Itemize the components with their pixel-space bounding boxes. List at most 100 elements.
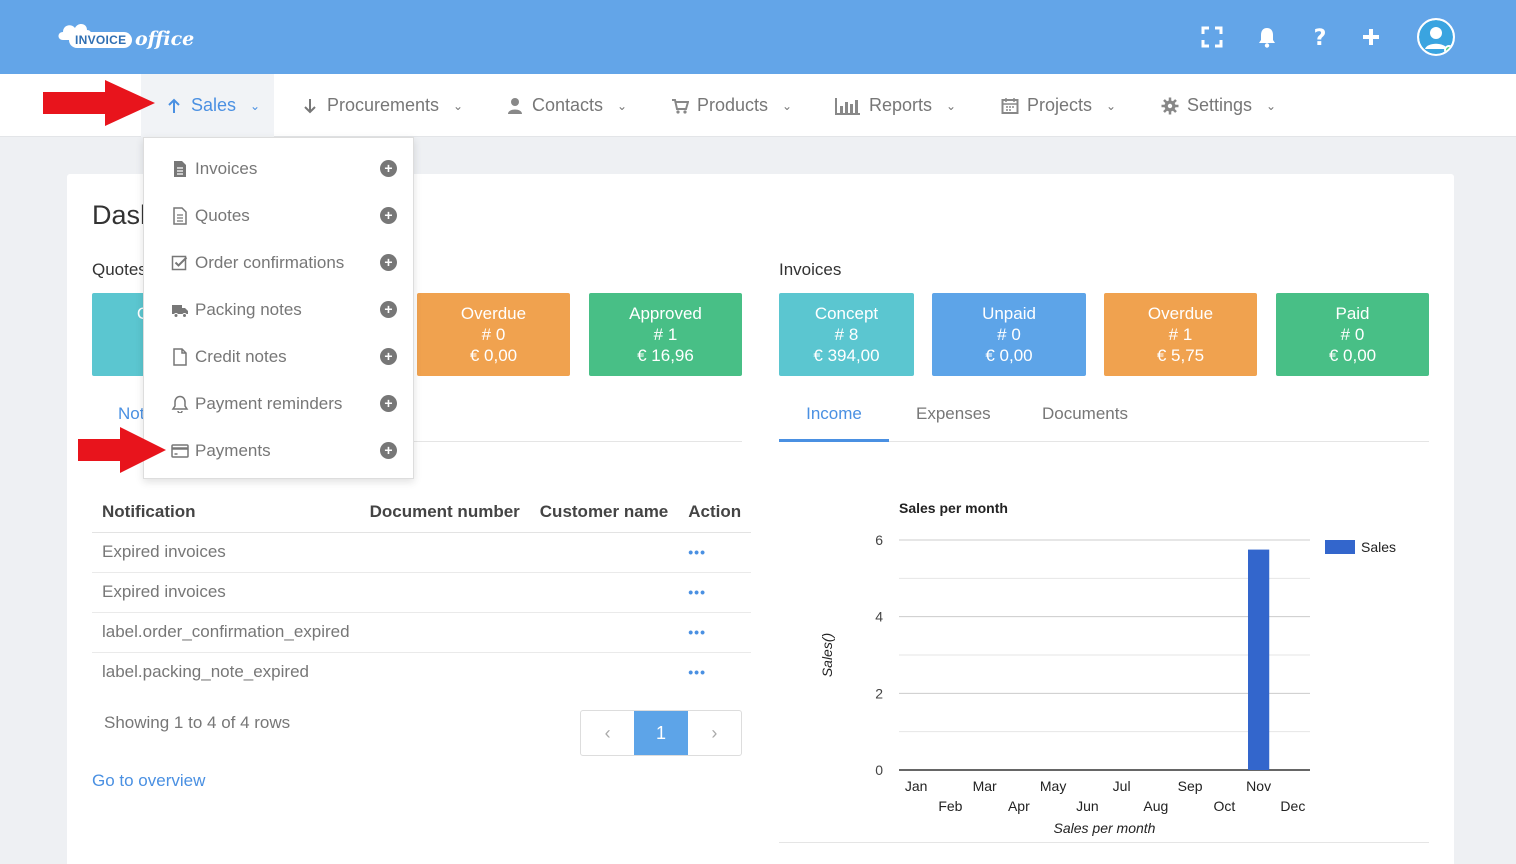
menu-item-label: Packing notes [195, 299, 302, 319]
tab-expenses[interactable]: Expenses [916, 392, 991, 442]
tile-title: Concept [814, 304, 879, 323]
brand-name-part2: office [135, 28, 195, 50]
main-nav: Sales ⌄ Procurements ⌄ Contacts ⌄ Produc… [0, 74, 1516, 137]
invoice-tile-paid[interactable]: Paid # 0 € 0,00 [1276, 293, 1429, 376]
menu-item-packing-notes[interactable]: Packing notes + [144, 286, 415, 333]
chevron-down-icon: ⌄ [946, 98, 957, 113]
menu-item-credit-notes[interactable]: Credit notes + [144, 333, 415, 380]
invoice-tile-unpaid[interactable]: Unpaid # 0 € 0,00 [932, 293, 1086, 376]
menu-item-label: Payments [195, 440, 271, 460]
more-actions-icon[interactable]: ••• [688, 624, 706, 640]
sales-dropdown-menu: Invoices + Quotes + Order confirmations … [143, 137, 414, 479]
plus-icon[interactable] [1356, 22, 1386, 52]
chevron-down-icon: ⌄ [1106, 98, 1117, 113]
table-row: Expired invoices ••• [92, 572, 752, 613]
bell-icon[interactable] [1252, 22, 1282, 52]
y-tick-label: 6 [875, 532, 883, 548]
notifications-table: Notification Document number Customer na… [92, 492, 752, 692]
x-tick-label: Oct [1213, 798, 1235, 814]
add-circle-icon[interactable]: + [380, 442, 397, 459]
x-tick-label: Jun [1076, 798, 1099, 814]
x-tick-label: Nov [1246, 778, 1271, 794]
x-tick-label: Feb [938, 798, 962, 814]
user-avatar[interactable] [1417, 18, 1455, 56]
column-header-document-number[interactable]: Document number [359, 492, 530, 533]
credit-card-icon [171, 443, 189, 458]
red-arrow-annotation-icon [78, 427, 166, 473]
fullscreen-icon[interactable] [1197, 22, 1227, 52]
arrow-down-icon [304, 98, 316, 113]
invoice-tile-concept[interactable]: Concept # 8 € 394,00 [779, 293, 914, 376]
brand-name-part1: INVOICE [69, 32, 133, 48]
menu-item-payment-reminders[interactable]: Payment reminders + [144, 380, 415, 427]
add-circle-icon[interactable]: + [380, 348, 397, 365]
more-actions-icon[interactable]: ••• [688, 544, 706, 560]
nav-item-procurements[interactable]: Procurements ⌄ [301, 74, 463, 137]
notification-cell: label.packing_note_expired [102, 662, 309, 682]
x-tick-label: Jan [905, 778, 928, 794]
brand-logo[interactable]: INVOICE office [55, 20, 195, 54]
pagination-info: Showing 1 to 4 of 4 rows [104, 713, 291, 732]
table-row: label.order_confirmation_expired ••• [92, 612, 752, 653]
menu-item-label: Order confirmations [195, 252, 345, 272]
sales-chart: 0 2 4 6 Jan Feb Mar Apr May Jun Jul Aug Sep Oct Nov Dec… [819, 532, 1396, 836]
truck-icon [172, 304, 188, 318]
tab-documents[interactable]: Documents [1042, 392, 1128, 442]
menu-item-invoices[interactable]: Invoices + [144, 145, 415, 192]
nav-label: Sales [191, 95, 237, 115]
x-tick-label: Sep [1178, 778, 1203, 794]
menu-item-payments[interactable]: Payments + [144, 427, 415, 474]
table-header-row: Notification Document number Customer na… [92, 492, 752, 533]
tile-amount: € 0,00 [985, 346, 1033, 365]
column-header-customer-name[interactable]: Customer name [529, 492, 679, 533]
y-tick-label: 2 [875, 685, 883, 701]
chart-divider [779, 842, 1429, 843]
tile-title: Overdue [1147, 304, 1214, 323]
nav-label: Projects [1027, 95, 1093, 115]
menu-item-label: Invoices [195, 158, 258, 178]
add-circle-icon[interactable]: + [380, 254, 397, 271]
invoice-tile-overdue[interactable]: Overdue # 1 € 5,75 [1104, 293, 1257, 376]
menu-item-order-confirmations[interactable]: Order confirmations + [144, 239, 415, 286]
nav-item-projects[interactable]: Projects ⌄ [1001, 74, 1116, 137]
tab-income[interactable]: Income [779, 392, 889, 442]
x-tick-label: May [1040, 778, 1066, 794]
invoices-section-label: Invoices [779, 260, 842, 279]
nav-label: Products [697, 95, 769, 115]
add-circle-icon[interactable]: + [380, 160, 397, 177]
nav-item-reports[interactable]: Reports ⌄ [835, 74, 956, 137]
tile-amount: € 16,96 [637, 346, 694, 365]
column-header-notification[interactable]: Notification [92, 492, 360, 533]
column-header-action[interactable]: Action [678, 492, 752, 533]
notification-cell: label.order_confirmation_expired [92, 612, 360, 653]
pager-page-button[interactable]: 1 [634, 711, 688, 755]
quote-tile-approved[interactable]: Approved # 1 € 16,96 [589, 293, 742, 376]
more-actions-icon[interactable]: ••• [688, 664, 706, 680]
pager-next-button[interactable]: › [688, 711, 741, 755]
tile-count: # 1 [1168, 325, 1193, 344]
quote-tile-overdue[interactable]: Overdue # 0 € 0,00 [417, 293, 570, 376]
nav-label: Reports [869, 95, 933, 115]
tile-amount: € 0,00 [1328, 346, 1377, 365]
nav-item-products[interactable]: Products ⌄ [671, 74, 792, 137]
chevron-down-icon: ⌄ [782, 98, 793, 113]
nav-item-sales[interactable]: Sales ⌄ [141, 74, 274, 137]
menu-item-quotes[interactable]: Quotes + [144, 192, 415, 239]
nav-item-settings[interactable]: Settings ⌄ [1161, 74, 1276, 137]
tile-count: # 0 [1340, 325, 1365, 344]
add-circle-icon[interactable]: + [380, 395, 397, 412]
nav-label: Settings [1187, 95, 1253, 115]
tile-title: Approved [629, 304, 702, 323]
bar-chart-icon [835, 97, 860, 115]
help-icon[interactable]: ? [1305, 22, 1335, 52]
x-axis-title: Sales per month [1054, 820, 1156, 836]
bell-outline-icon [171, 395, 189, 413]
go-to-overview-link[interactable]: Go to overview [92, 771, 205, 791]
nav-label: Procurements [327, 95, 440, 115]
add-circle-icon[interactable]: + [380, 301, 397, 318]
nav-item-contacts[interactable]: Contacts ⌄ [506, 74, 627, 137]
pager-prev-button[interactable]: ‹ [581, 711, 634, 755]
more-actions-icon[interactable]: ••• [688, 584, 706, 600]
chevron-down-icon: ⌄ [1266, 98, 1277, 113]
add-circle-icon[interactable]: + [380, 207, 397, 224]
